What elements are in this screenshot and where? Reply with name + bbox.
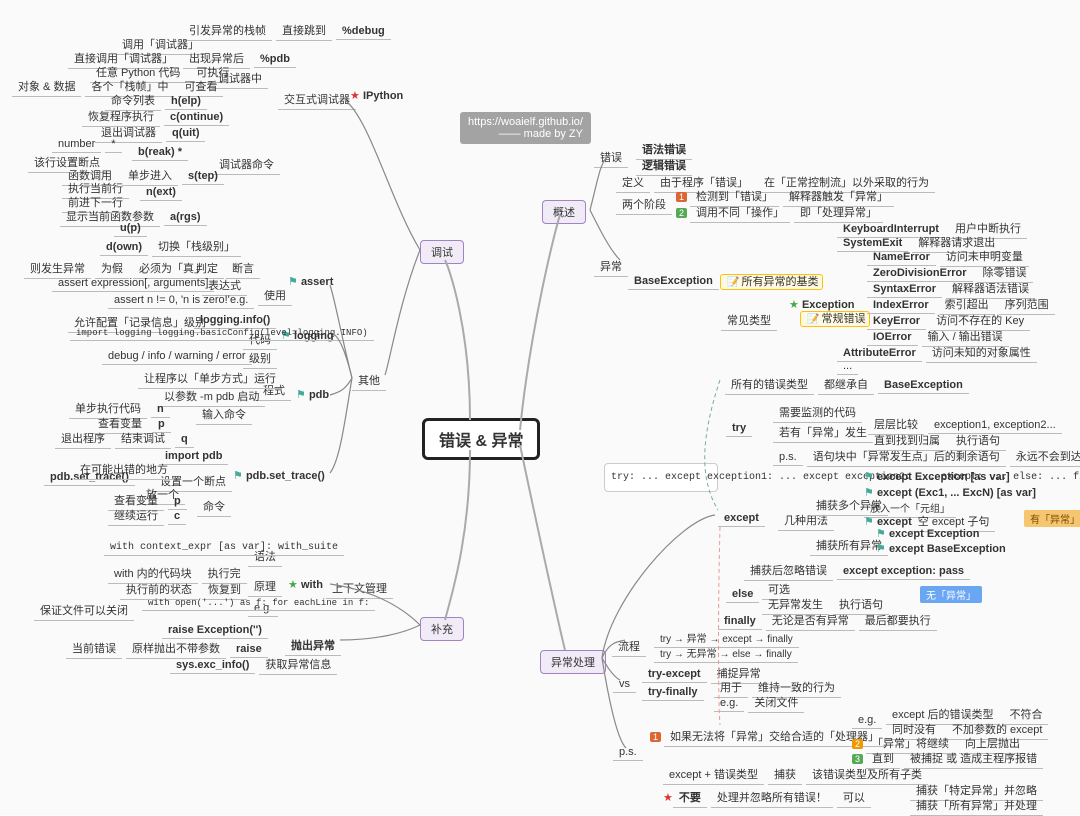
- node-ed[interactable]: ⚑ except Exception: [876, 527, 979, 540]
- node-pst-set1[interactable]: 在可能出错的地方: [74, 459, 178, 480]
- node-log-lv1[interactable]: debug / info / warning / error: [102, 348, 256, 365]
- node-assert-use[interactable]: 使用: [258, 285, 296, 306]
- node-with-syntax1[interactable]: with context_expr [as var]: with_suite: [104, 540, 348, 556]
- node-next[interactable]: n(ext): [140, 184, 186, 201]
- node-v2cd[interactable]: e.g.关闭文件: [714, 692, 808, 713]
- node-up[interactable]: u(p): [114, 220, 151, 237]
- node-pdb-q[interactable]: 退出程序结束调试q: [55, 428, 198, 449]
- watermark: https://woaielf.github.io/ —— made by ZY: [460, 112, 591, 144]
- node-with-pri[interactable]: 原理: [248, 576, 286, 597]
- node-with[interactable]: ★ with: [288, 578, 323, 591]
- node-try2[interactable]: 若有「异常」发生: [773, 422, 877, 443]
- tag-you: 有「异常」: [1024, 510, 1080, 527]
- node-ea[interactable]: ⚑ except Exception [as var]: [864, 470, 1010, 483]
- tag-wu: 无「异常」: [920, 586, 982, 603]
- node-pst-c[interactable]: 继续运行c: [108, 505, 190, 526]
- node-break[interactable]: b(reak) *: [132, 144, 192, 161]
- node-try-ps[interactable]: p.s.语句块中「异常发生点」后的剩余语句永远不会到达: [773, 446, 1080, 467]
- wm-author: —— made by ZY: [468, 128, 583, 140]
- node-debug[interactable]: 引发异常的栈帧直接跳到%debug: [183, 20, 395, 41]
- node-cap[interactable]: except + 错误类型捕获该错误类型及所有子类: [663, 764, 932, 785]
- node-ig[interactable]: ★不要处理并忽略所有错误！可以: [663, 787, 875, 808]
- node-h1e[interactable]: e.g.: [852, 712, 886, 729]
- node-with-eg2[interactable]: 保证文件可以关闭: [34, 600, 138, 621]
- node-raise2ab[interactable]: 当前错误原样抛出: [66, 638, 186, 659]
- node-tiaoshi[interactable]: 调试: [420, 240, 464, 264]
- node-break1[interactable]: number*: [52, 136, 126, 153]
- node-else[interactable]: else: [726, 586, 763, 603]
- node-ee[interactable]: ⚑ except BaseException: [876, 542, 1006, 555]
- node-exc1[interactable]: 📝常规错误: [800, 310, 870, 326]
- node-yc[interactable]: 异常: [594, 256, 632, 277]
- node-base1[interactable]: 📝所有异常的基类: [720, 273, 823, 289]
- node-v2[interactable]: try-finally: [642, 684, 708, 701]
- node-ig4[interactable]: 捕获「所有异常」并处理: [910, 795, 1047, 816]
- root-node[interactable]: 错误 & 异常: [422, 418, 540, 460]
- node-phase[interactable]: 两个阶段: [616, 194, 676, 215]
- node-交互式调试器[interactable]: 交互式调试器: [278, 89, 360, 110]
- node-ipython[interactable]: ★ IPython: [350, 89, 403, 102]
- node-down[interactable]: d(own)切换「栈级别」: [100, 236, 245, 257]
- node-with-eg1[interactable]: with open('...') as f: for eachLine in f…: [142, 596, 379, 611]
- node-ps2[interactable]: p.s.: [613, 744, 647, 761]
- node-qita[interactable]: 其他: [352, 370, 390, 391]
- node-pdb-cmd[interactable]: 输入命令: [196, 404, 256, 425]
- node-flow2[interactable]: try → 无异常 → else → finally: [654, 643, 802, 663]
- node-assert-eg1[interactable]: assert n != 0, 'n is zero!': [108, 292, 240, 309]
- node-all[interactable]: 所有的错误类型都继承自BaseException: [725, 374, 973, 395]
- node-try[interactable]: try: [726, 420, 756, 437]
- node-vs[interactable]: vs: [613, 676, 640, 693]
- node-raise[interactable]: 抛出异常: [285, 635, 345, 656]
- node-pst-cmd[interactable]: 命令: [197, 496, 235, 517]
- node-base[interactable]: BaseException: [628, 273, 723, 290]
- node-common[interactable]: 常见类型: [721, 310, 781, 331]
- node-dot[interactable]: ...: [837, 358, 862, 375]
- code-try-except: try: ... except exception1: ... except e…: [604, 463, 718, 492]
- node-ae[interactable]: AttributeError访问未知的对象属性: [837, 342, 1041, 363]
- node-pst[interactable]: ⚑ pdb.set_trace(): [233, 469, 325, 482]
- node-flow[interactable]: 流程: [612, 636, 650, 657]
- node-log-code1[interactable]: import logging logging.basicConfig(level…: [70, 326, 378, 341]
- node-assert-expr[interactable]: assert expression[, arguments]: [52, 275, 218, 292]
- node-buchong[interactable]: 补充: [420, 617, 464, 641]
- node-yichang-proc[interactable]: 异常处理: [540, 650, 606, 674]
- node-raise1[interactable]: raise Exception(''): [162, 622, 272, 639]
- node-excinfo[interactable]: sys.exc_info()获取异常信息: [170, 654, 341, 675]
- node-try1[interactable]: 需要监测的代码: [773, 402, 866, 423]
- wm-url: https://woaielf.github.io/: [468, 116, 583, 128]
- node-pdb[interactable]: ⚑ pdb: [296, 388, 329, 401]
- node-except[interactable]: except: [718, 510, 769, 527]
- node-ef1[interactable]: 捕获后忽略错误except exception: pass: [744, 560, 974, 581]
- mindmap-canvas: https://woaielf.github.io/ —— made by ZY…: [0, 0, 1080, 815]
- node-err[interactable]: 错误: [594, 147, 632, 168]
- node-gaishu[interactable]: 概述: [542, 200, 586, 224]
